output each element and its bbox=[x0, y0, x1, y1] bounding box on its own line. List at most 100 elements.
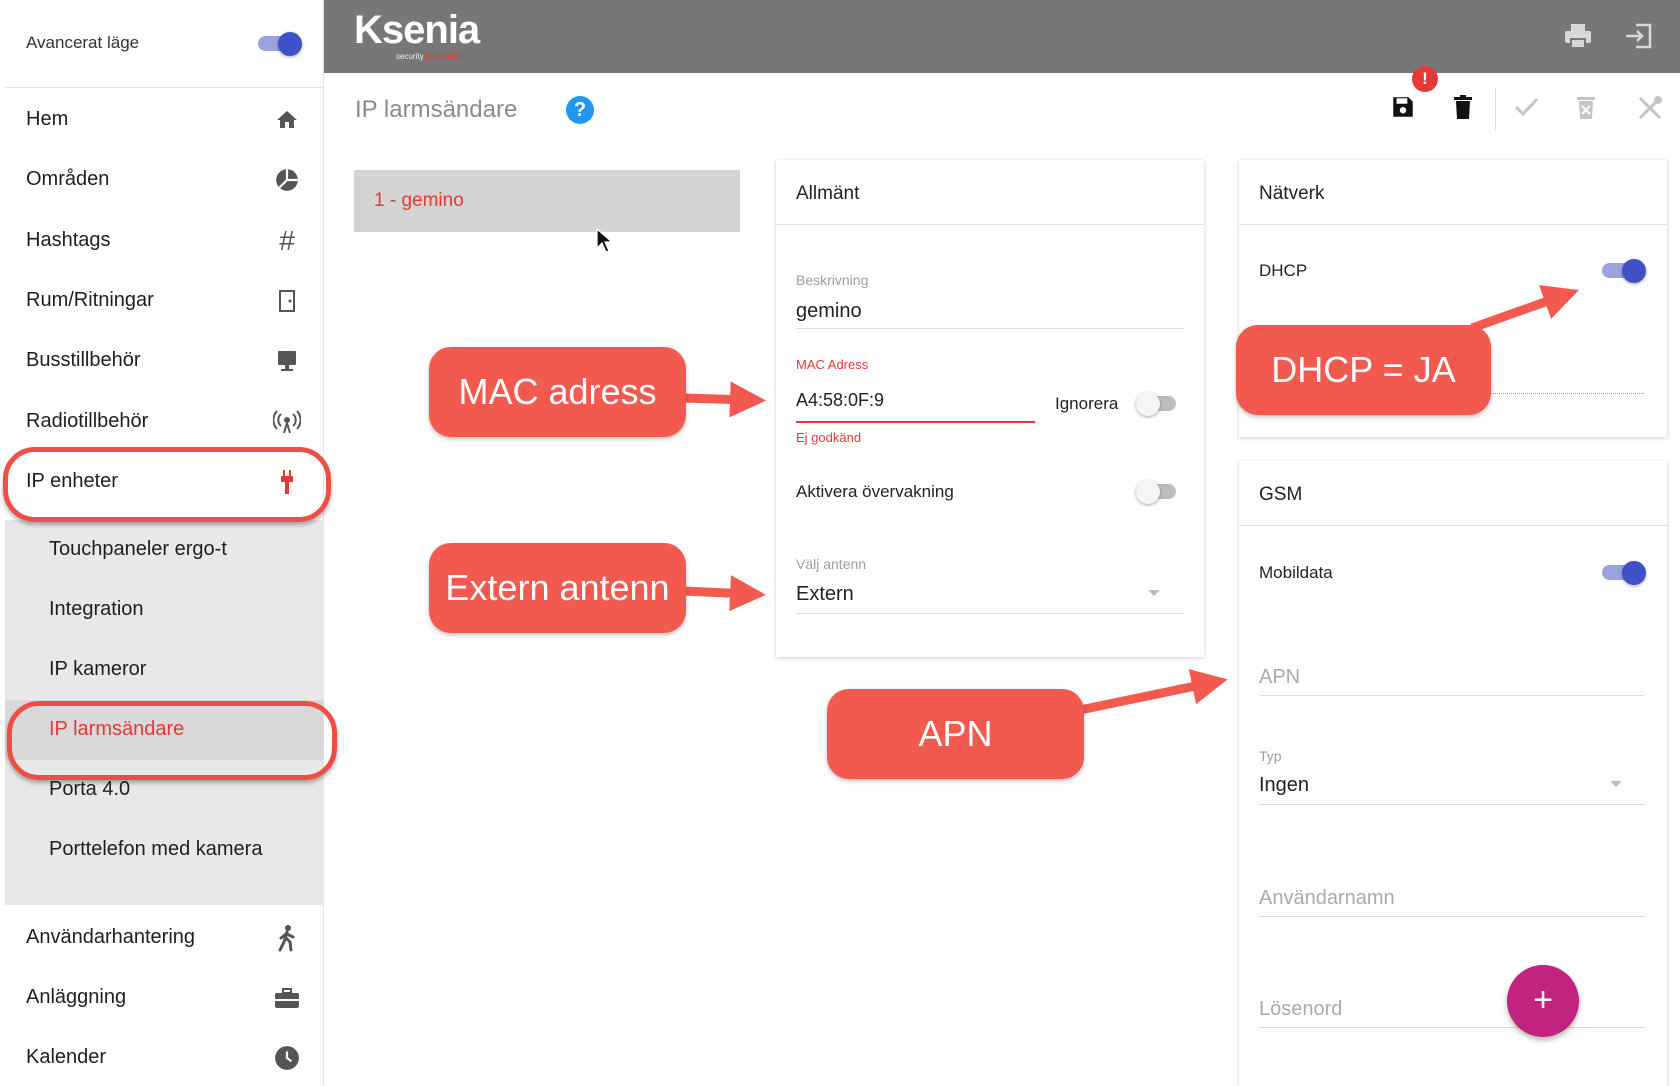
subitem-porta[interactable]: Porta 4.0 bbox=[5, 760, 324, 820]
antenna-underline bbox=[796, 613, 1184, 614]
toggle-thumb bbox=[1622, 259, 1646, 283]
mac-address-callout: MAC adress bbox=[429, 347, 686, 437]
subitem-porttelefon[interactable]: Porttelefon med kamera bbox=[5, 820, 324, 880]
monitoring-label: Aktivera övervakning bbox=[796, 482, 954, 501]
ignore-label: Ignorera bbox=[1055, 394, 1119, 413]
sidebar-item-hem[interactable]: Hem bbox=[5, 90, 324, 150]
sidebar-item-radiotillbehor[interactable]: Radiotillbehör bbox=[5, 392, 324, 452]
antenna-label: Välj antenn bbox=[796, 556, 867, 572]
mac-error-text: Ej godkänd bbox=[796, 430, 862, 445]
briefcase-icon bbox=[273, 984, 301, 1012]
gsm-card-header: GSM bbox=[1239, 461, 1667, 526]
description-label: Beskrivning bbox=[796, 272, 869, 288]
dhcp-toggle[interactable] bbox=[1602, 259, 1646, 283]
username-input[interactable]: Användarnamn bbox=[1259, 887, 1395, 910]
sidebar-item-ip-enheter[interactable]: IP enheter bbox=[5, 452, 324, 512]
check-icon[interactable] bbox=[1513, 94, 1541, 122]
password-underline bbox=[1259, 1027, 1645, 1028]
mac-address-field[interactable]: A4:58:0F:9 bbox=[796, 390, 884, 411]
sidebar-item-label: IP enheter bbox=[26, 470, 118, 492]
door-icon bbox=[273, 287, 301, 315]
description-field[interactable]: gemino bbox=[796, 300, 862, 323]
external-antenna-callout: Extern antenn bbox=[429, 543, 686, 633]
hashtag-icon: # bbox=[279, 225, 295, 256]
type-label: Typ bbox=[1259, 748, 1282, 764]
person-walking-icon bbox=[273, 924, 301, 952]
monitoring-toggle[interactable] bbox=[1136, 480, 1180, 504]
antenna-select[interactable]: Extern bbox=[796, 583, 854, 606]
help-icon[interactable]: ? bbox=[566, 96, 594, 124]
antenna-arrow bbox=[683, 575, 766, 612]
advanced-mode-row: Avancerat läge bbox=[5, 0, 324, 88]
sidebar: Avancerat läge Hem Områden Hashtags # Ru… bbox=[5, 0, 324, 1086]
unsaved-badge: ! bbox=[1412, 66, 1438, 92]
top-bar: Ksenia security innovation bbox=[324, 0, 1680, 73]
radio-signal-icon bbox=[273, 408, 301, 436]
type-select[interactable]: Ingen bbox=[1259, 774, 1309, 797]
gsm-card-title: GSM bbox=[1259, 484, 1303, 505]
advanced-mode-toggle[interactable] bbox=[258, 32, 302, 56]
mobile-data-toggle[interactable] bbox=[1602, 561, 1646, 585]
sidebar-item-label: Användarhantering bbox=[26, 926, 196, 948]
chevron-down-icon[interactable] bbox=[1610, 781, 1622, 787]
type-underline bbox=[1259, 804, 1645, 805]
general-card-header: Allmänt bbox=[776, 160, 1204, 225]
subitem-label: Porttelefon med kamera bbox=[49, 838, 263, 860]
subitem-label: IP kameror bbox=[49, 658, 147, 680]
delete-all-icon[interactable] bbox=[1575, 94, 1603, 122]
list-item-label: 1 - gemino bbox=[374, 190, 464, 211]
save-icon[interactable] bbox=[1390, 94, 1418, 122]
dhcp-callout: DHCP = JA bbox=[1236, 325, 1491, 415]
sidebar-item-label: Busstillbehör bbox=[26, 349, 141, 371]
mobile-data-label: Mobildata bbox=[1259, 563, 1333, 582]
logout-icon[interactable] bbox=[1624, 22, 1654, 52]
sidebar-item-label: Radiotillbehör bbox=[26, 410, 149, 432]
subitem-touchpaneler[interactable]: Touchpaneler ergo-t bbox=[5, 520, 324, 580]
clock-icon bbox=[273, 1044, 301, 1072]
subitem-label: IP larmsändare bbox=[49, 718, 185, 740]
add-button[interactable]: + bbox=[1507, 965, 1579, 1037]
sidebar-item-busstillbehor[interactable]: Busstillbehör bbox=[5, 331, 324, 391]
mac-underline bbox=[796, 421, 1035, 423]
sidebar-item-anvandarhantering[interactable]: Användarhantering bbox=[5, 908, 324, 968]
subitem-ip-larmsandare[interactable]: IP larmsändare bbox=[5, 700, 324, 760]
sidebar-item-label: Hashtags bbox=[26, 229, 111, 251]
chevron-down-icon[interactable] bbox=[1148, 590, 1160, 596]
subitem-label: Porta 4.0 bbox=[49, 778, 131, 800]
advanced-mode-label: Avancerat läge bbox=[26, 33, 140, 52]
general-card-title: Allmänt bbox=[796, 183, 860, 204]
toggle-thumb bbox=[278, 32, 302, 56]
tools-icon[interactable] bbox=[1636, 94, 1664, 122]
sidebar-item-anlaggning[interactable]: Anläggning bbox=[5, 968, 324, 1028]
sidebar-item-rum-ritningar[interactable]: Rum/Ritningar bbox=[5, 271, 324, 331]
password-input[interactable]: Lösenord bbox=[1259, 998, 1342, 1021]
toggle-thumb bbox=[1136, 392, 1160, 416]
ksenia-logo: Ksenia security innovation bbox=[354, 8, 480, 61]
mac-arrow bbox=[683, 381, 766, 418]
network-card-header: Nätverk bbox=[1239, 160, 1667, 225]
sidebar-item-kalender[interactable]: Kalender bbox=[5, 1028, 324, 1086]
sidebar-item-omraden[interactable]: Områden bbox=[5, 150, 324, 210]
toggle-thumb bbox=[1622, 561, 1646, 585]
print-icon[interactable] bbox=[1563, 22, 1593, 52]
delete-icon[interactable] bbox=[1451, 94, 1479, 122]
ignore-toggle[interactable] bbox=[1136, 392, 1180, 416]
transmitter-list-item[interactable]: 1 - gemino bbox=[354, 170, 740, 232]
subitem-integration[interactable]: Integration bbox=[5, 580, 324, 640]
subitem-label: Touchpaneler ergo-t bbox=[49, 538, 227, 560]
toggle-thumb bbox=[1136, 480, 1160, 504]
toolbar-divider bbox=[1495, 88, 1496, 130]
gsm-card: GSM Mobildata APN Typ Ingen Användarnamn… bbox=[1239, 461, 1667, 1086]
sidebar-item-label: Hem bbox=[26, 108, 69, 130]
sidebar-item-label: Rum/Ritningar bbox=[26, 289, 154, 311]
home-icon bbox=[273, 106, 301, 134]
subitem-ip-kameror[interactable]: IP kameror bbox=[5, 640, 324, 700]
mac-label: MAC Adress bbox=[796, 357, 869, 372]
sidebar-item-hashtags[interactable]: Hashtags # bbox=[5, 211, 324, 271]
pie-chart-icon bbox=[273, 166, 301, 194]
apn-input[interactable]: APN bbox=[1259, 666, 1300, 689]
apn-arrow bbox=[1079, 669, 1228, 715]
network-dotted-line bbox=[1489, 393, 1644, 394]
subitem-label: Integration bbox=[49, 598, 144, 620]
sidebar-item-label: Områden bbox=[26, 168, 110, 190]
